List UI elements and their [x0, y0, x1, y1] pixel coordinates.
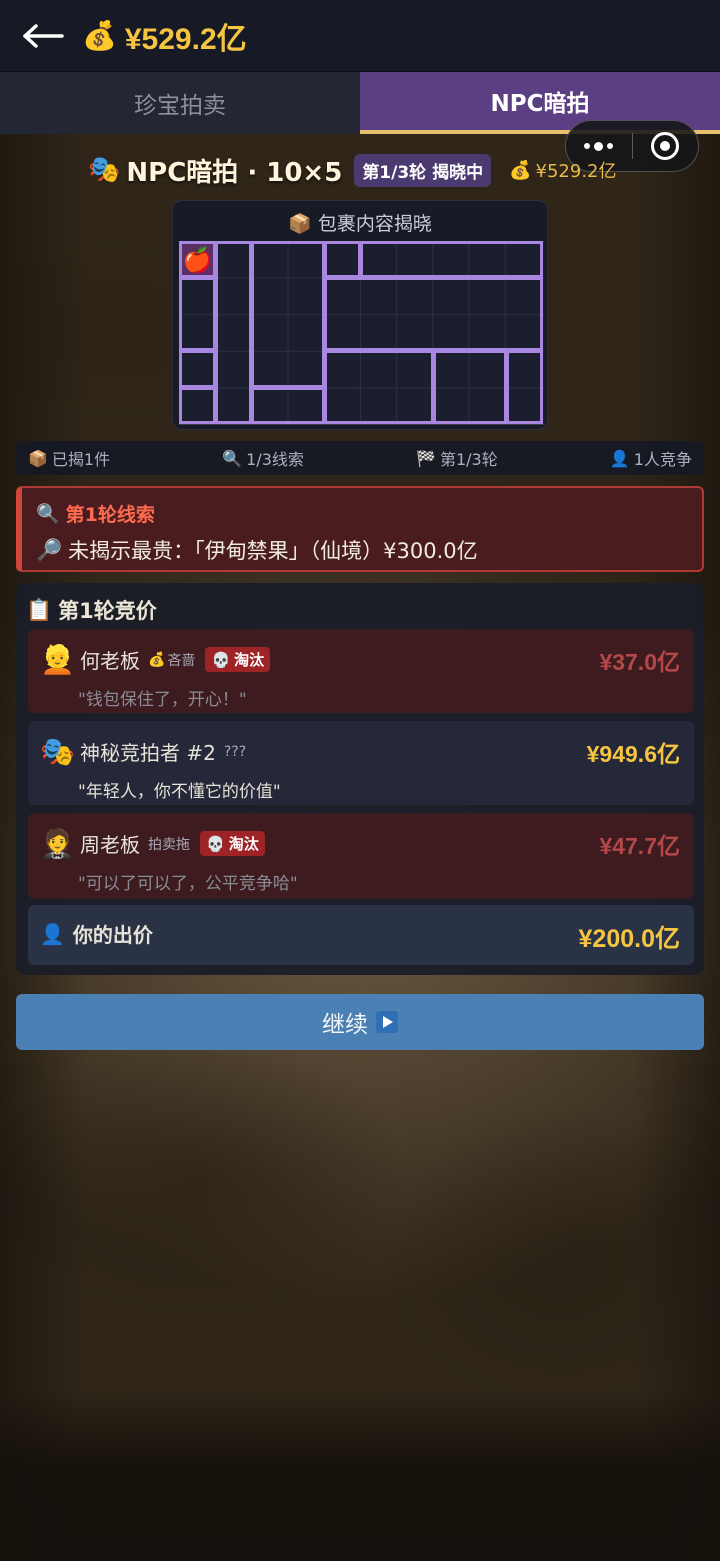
grid-item[interactable] [360, 241, 543, 278]
continue-label: 继续 [322, 1012, 368, 1038]
grid-item[interactable] [179, 350, 216, 388]
bidding-panel: 📋 第1轮竞价 👱 何老板 💰 吝啬 💀 淘汰 ¥37.0亿 "钱包保住了，开心！" … [16, 583, 704, 975]
skull-icon: 💀 [206, 834, 225, 853]
grid-item[interactable] [251, 241, 325, 388]
bid-amount: ¥47.7亿 [599, 833, 680, 859]
clipboard-icon: 📋 [26, 597, 53, 622]
checkered-flag-icon: 🏁 [416, 448, 436, 468]
bid-amount: ¥949.6亿 [586, 741, 680, 767]
bidder-avatar-icon: 🤵 [40, 827, 75, 860]
clue-count: 🔍 1/3线索 [222, 446, 304, 470]
package-icon: 📦 [28, 448, 48, 468]
bid-amount: ¥37.0亿 [599, 649, 680, 675]
person-icon: 👤 [609, 448, 630, 468]
bidder-avatar-icon: 👱 [40, 643, 75, 676]
magnifier-icon: 🔍 [222, 448, 243, 468]
fruit-icon: 🍎 [182, 245, 213, 274]
clue-box: 🔍 第1轮线索 🔎 未揭示最贵：「伊甸禁果」（仙境）¥300.0亿 [16, 486, 704, 572]
game-header: 🎭 NPC暗拍 · 10×5 第1/3轮 揭晓中 💰 ¥529.2亿 [88, 152, 617, 188]
bidder-info: 👱 何老板 💰 吝啬 💀 淘汰 [40, 643, 271, 676]
my-bid-amount: ¥200.0亿 [578, 925, 680, 953]
revealed-count: 📦 已揭1件 [28, 446, 110, 470]
bid-row: 👱 何老板 💰 吝啬 💀 淘汰 ¥37.0亿 "钱包保住了，开心！" [28, 629, 694, 713]
clue-text-content: 未揭示最贵：「伊甸禁果」（仙境）¥300.0亿 [68, 539, 478, 563]
trait-text: 吝啬 [167, 652, 196, 669]
grid-item[interactable] [433, 350, 507, 424]
money-bag-icon: 💰 [148, 651, 166, 668]
my-bid-label: 👤 你的出价 [40, 919, 153, 948]
bidder-name: 何老板 [80, 649, 140, 673]
revealed-text: 已揭1件 [51, 450, 111, 469]
bidder-quote: "可以了可以了，公平竞争哈" [78, 874, 298, 894]
grid-item[interactable] [506, 350, 543, 424]
bidder-quote: "年轻人，你不懂它的价值" [78, 782, 281, 802]
bidding-title-text: 第1轮竞价 [58, 599, 157, 623]
bidder-trait: 拍卖拖 [148, 836, 190, 853]
round-status-badge: 第1/3轮 揭晓中 [354, 153, 492, 187]
balance-amount: ¥529.2亿 [124, 22, 247, 56]
round-count: 🏁 第1/3轮 [416, 446, 498, 470]
grid-item[interactable] [251, 387, 325, 424]
game-title: NPC暗拍 · 10×5 [126, 157, 343, 188]
bidder-name: 周老板 [80, 833, 140, 857]
bidder-info: 🎭 神秘竞拍者 #2 ??? [40, 735, 246, 768]
background-shade [0, 1391, 720, 1561]
clue-title: 🔍 第1轮线索 [36, 500, 688, 527]
clue-title-text: 第1轮线索 [65, 504, 155, 526]
close-miniprogram-button[interactable] [633, 121, 699, 171]
bid-row: 🎭 神秘竞拍者 #2 ??? ¥949.6亿 "年轻人，你不懂它的价值" [28, 721, 694, 805]
package-box-icon: 📦 [288, 213, 312, 235]
clue-count-text: 1/3线索 [246, 450, 304, 469]
grid-item[interactable] [179, 277, 216, 351]
bidding-title: 📋 第1轮竞价 [26, 595, 157, 625]
clue-text: 🔎 未揭示最贵：「伊甸禁果」（仙境）¥300.0亿 [36, 535, 688, 565]
skull-icon: 💀 [211, 650, 231, 669]
eliminated-badge: 💀 淘汰 [200, 831, 265, 856]
package-reveal-panel: 📦 包裹内容揭晓 🍎 [172, 200, 548, 430]
status-bar: 📦 已揭1件 🔍 1/3线索 🏁 第1/3轮 👤 1人竞争 [16, 441, 704, 475]
bidder-name: 神秘竞拍者 #2 [80, 741, 216, 765]
money-bag-icon: 💰 [82, 19, 117, 52]
theater-masks-icon: 🎭 [88, 155, 121, 185]
bidder-quote: "钱包保住了，开心！" [78, 690, 247, 710]
status-text: 淘汰 [234, 651, 265, 669]
package-title-text: 包裹内容揭晓 [317, 213, 432, 235]
package-title: 📦 包裹内容揭晓 [173, 209, 547, 236]
grid-item[interactable] [324, 350, 434, 424]
magnifier-right-icon: 🔎 [36, 537, 63, 562]
bidder-avatar-icon: 🎭 [40, 735, 75, 768]
grid-item[interactable] [324, 241, 361, 278]
target-close-icon [651, 132, 680, 160]
bidder-trait: ??? [223, 743, 247, 760]
game-balance-amount: ¥529.2亿 [535, 161, 617, 182]
back-arrow-icon[interactable] [22, 21, 66, 51]
grid-item[interactable] [179, 387, 216, 424]
person-icon: 👤 [40, 921, 65, 946]
my-bid-label-text: 你的出价 [72, 923, 153, 947]
round-count-text: 第1/3轮 [439, 450, 498, 469]
bidder-trait: 💰 吝啬 [148, 650, 195, 670]
continue-button[interactable]: 继续 [16, 994, 704, 1050]
money-bag-icon: 💰 [509, 159, 532, 181]
more-dots-icon [584, 141, 614, 151]
top-bar: 💰 ¥529.2亿 [0, 0, 720, 72]
magnifier-icon: 🔍 [36, 503, 60, 525]
bidder-info: 🤵 周老板 拍卖拖 💀 淘汰 [40, 827, 265, 860]
package-grid: 🍎 [179, 241, 544, 425]
competitor-count: 👤 1人竞争 [610, 446, 692, 470]
balance-display: 💰 ¥529.2亿 [82, 14, 247, 58]
tab-treasure-auction[interactable]: 珍宝拍卖 [0, 72, 360, 134]
game-balance: 💰 ¥529.2亿 [509, 157, 616, 183]
competitor-count-text: 1人竞争 [633, 450, 692, 469]
play-icon [376, 1011, 398, 1033]
grid-item-revealed[interactable]: 🍎 [179, 241, 216, 278]
grid-item[interactable] [324, 277, 543, 351]
eliminated-badge: 💀 淘汰 [205, 647, 271, 672]
grid-item[interactable] [215, 241, 252, 424]
status-text: 淘汰 [228, 835, 259, 853]
bid-row: 🤵 周老板 拍卖拖 💀 淘汰 ¥47.7亿 "可以了可以了，公平竞争哈" [28, 813, 694, 899]
my-bid-row: 👤 你的出价 ¥200.0亿 [28, 905, 694, 965]
